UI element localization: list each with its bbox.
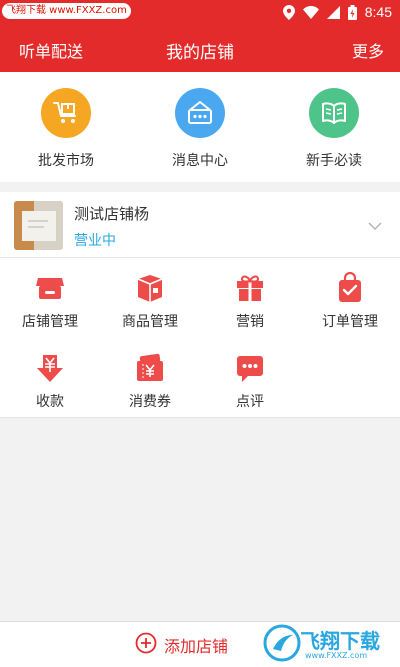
store-status: 营业中: [74, 233, 116, 249]
watermark-url: www.FXXZ.com: [305, 651, 368, 660]
comment-icon: [234, 352, 266, 384]
gift-icon: [234, 272, 266, 304]
coupon-icon: [134, 352, 166, 384]
plus-circle-icon: [135, 632, 157, 658]
product-box-icon: [134, 272, 166, 304]
grid-item-review[interactable]: 点评: [200, 352, 300, 411]
grid-item-label: 消费券: [129, 394, 171, 410]
grid-item-order-management[interactable]: 订单管理: [300, 271, 400, 331]
store-thumbnail: [14, 201, 63, 250]
grid-item-label: 订单管理: [322, 314, 378, 330]
grid-item-marketing[interactable]: 营销: [200, 272, 300, 331]
grid-item-label: 商品管理: [122, 314, 178, 330]
watermark-badge: 飞翔下载 www.FXXZ.com: [2, 3, 131, 19]
grid-item-label: 点评: [236, 394, 264, 410]
quick-action-messages[interactable]: 消息中心: [140, 88, 260, 170]
yuan-receive-icon: [34, 352, 66, 384]
clock-time: 8:45: [364, 4, 392, 20]
quick-action-label: 消息中心: [172, 153, 228, 169]
quick-actions: 批发市场 消息中心 新手必读: [0, 72, 400, 182]
wifi-icon: [302, 5, 319, 19]
wholesale-cart-icon: [41, 88, 91, 138]
message-box-icon: [175, 88, 225, 138]
open-book-icon: [309, 88, 359, 138]
quick-action-beginner-guide[interactable]: 新手必读: [274, 88, 394, 170]
chevron-down-icon[interactable]: [368, 216, 382, 235]
add-store-label: 添加店铺: [164, 637, 229, 656]
grid-item-coupon[interactable]: 消费券: [100, 352, 200, 411]
status-icons: 8:45: [282, 0, 392, 24]
location-icon: [282, 4, 295, 20]
grid-item-label: 收款: [36, 394, 64, 410]
app-header: 听单配送 我的店铺 更多: [0, 24, 400, 72]
quick-action-label: 批发市场: [38, 153, 94, 169]
more-button[interactable]: 更多: [352, 38, 384, 62]
function-grid: 店铺管理 商品管理 营销 订单管理 收款 消费券 点评: [0, 258, 400, 418]
watermark-brand: 飞翔下载: [300, 629, 380, 653]
store-icon: [34, 272, 66, 304]
order-bag-icon: [334, 271, 366, 304]
add-store-button[interactable]: 添加店铺: [135, 632, 228, 658]
grid-item-label: 店铺管理: [22, 314, 78, 330]
grid-item-product-management[interactable]: 商品管理: [100, 272, 200, 331]
store-card[interactable]: 测试店铺杨 营业中: [0, 192, 400, 258]
quick-action-label: 新手必读: [306, 153, 362, 169]
signal-icon: [326, 5, 340, 19]
status-bar: 飞翔下载 www.FXXZ.com 8:45: [0, 0, 400, 24]
page-title: 我的店铺: [166, 43, 234, 63]
grid-item-store-management[interactable]: 店铺管理: [0, 272, 100, 331]
quick-action-wholesale[interactable]: 批发市场: [6, 88, 126, 170]
grid-item-receive-payment[interactable]: 收款: [0, 352, 100, 411]
store-name: 测试店铺杨: [74, 205, 150, 223]
grid-item-label: 营销: [236, 314, 264, 330]
battery-icon: [347, 4, 357, 20]
